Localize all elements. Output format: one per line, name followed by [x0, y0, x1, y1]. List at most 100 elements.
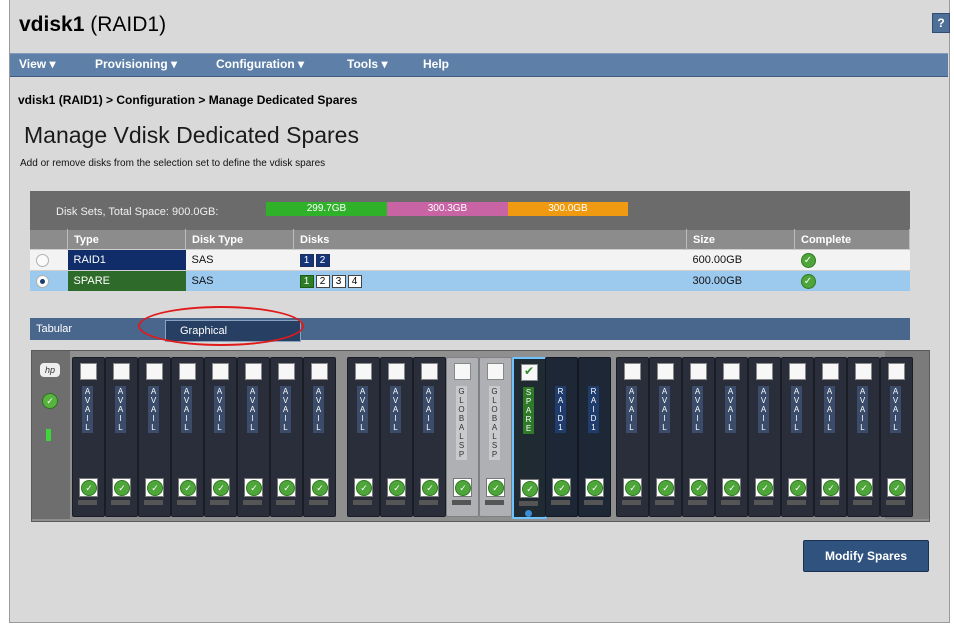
tab-tabular[interactable]: Tabular: [36, 323, 72, 335]
help-icon[interactable]: ?: [932, 13, 950, 33]
disk-slot-global[interactable]: G L O B A L S P ✓: [446, 357, 479, 517]
slot-checkbox[interactable]: [756, 363, 773, 380]
check-icon: ✓: [114, 480, 130, 496]
disk-slot-avail[interactable]: A V A I L ✓: [171, 357, 204, 517]
slot-checkbox[interactable]: [355, 363, 372, 380]
check-icon: ✓: [81, 480, 97, 496]
modify-spares-button[interactable]: Modify Spares: [803, 540, 929, 572]
slot-checkbox[interactable]: [179, 363, 196, 380]
disk-slot-avail[interactable]: A V A I L ✓: [303, 357, 336, 517]
disk-set-segment: 300.3GB: [387, 202, 508, 216]
disk-slot-avail[interactable]: A V A I L ✓: [138, 357, 171, 517]
menu-configuration[interactable]: Configuration ▾: [216, 57, 304, 71]
disk-slot-avail[interactable]: A V A I L ✓: [347, 357, 380, 517]
slot-checkbox[interactable]: [690, 363, 707, 380]
slot-health-box: ✓: [112, 478, 131, 497]
check-icon: ✓: [658, 480, 674, 496]
slot-label: AVAIL: [357, 386, 368, 433]
disk-slot-avail[interactable]: A V A I L ✓: [781, 357, 814, 517]
check-icon: ✓: [856, 480, 872, 496]
disk-slot-avail[interactable]: A V A I L ✓: [616, 357, 649, 517]
slot-label: AVAIL: [247, 386, 258, 433]
disk-slot-avail[interactable]: A V A I L ✓: [413, 357, 446, 517]
slot-label: AVAIL: [313, 386, 324, 433]
activity-led-icon: [525, 510, 532, 517]
slot-checkbox[interactable]: [388, 363, 405, 380]
column-header-size: Size: [686, 229, 795, 250]
slot-checkbox[interactable]: [888, 363, 905, 380]
slot-grip: [787, 500, 806, 505]
disk-slot-raid[interactable]: R A I D 1 ✓: [545, 357, 578, 517]
slot-checkbox[interactable]: [212, 363, 229, 380]
slot-checkbox[interactable]: [657, 363, 674, 380]
slot-grip: [519, 501, 538, 506]
menu-bar: View ▾ Provisioning ▾ Configuration ▾ To…: [10, 53, 948, 77]
disks-cell: 1234: [293, 270, 687, 291]
slot-checkbox[interactable]: [624, 363, 641, 380]
column-header-complete: Complete: [794, 229, 910, 250]
slot-checkbox[interactable]: [421, 363, 438, 380]
slot-health-box: ✓: [788, 478, 807, 497]
menu-provisioning[interactable]: Provisioning ▾: [95, 57, 177, 71]
slot-health-box: ✓: [420, 478, 439, 497]
slot-checkbox-checked[interactable]: [521, 364, 538, 381]
disk-sets-panel: Disk Sets, Total Space: 900.0GB: 299.7GB…: [30, 191, 910, 329]
slot-checkbox[interactable]: [245, 363, 262, 380]
check-icon: ✓: [757, 480, 773, 496]
slot-label: AVAIL: [725, 386, 736, 433]
slot-label: AVAIL: [626, 386, 637, 433]
disk-slot-global[interactable]: G L O B A L S P ✓: [479, 357, 512, 517]
disk-slot-avail[interactable]: A V A I L ✓: [270, 357, 303, 517]
row-radio[interactable]: [36, 253, 49, 267]
menu-tools[interactable]: Tools ▾: [347, 57, 387, 71]
breadcrumb: vdisk1 (RAID1) > Configuration > Manage …: [18, 93, 358, 107]
disk-number: 3: [331, 274, 346, 288]
disk-slot-avail[interactable]: A V A I L ✓: [237, 357, 270, 517]
slot-label: AVAIL: [181, 386, 192, 433]
disk-enclosure: hp ✓ A V A I L ✓ A V A I L ✓ A V A I L ✓ A V A I L ✓ A V A I L ✓ A V A I L…: [31, 350, 930, 522]
row-select-cell[interactable]: [30, 249, 68, 271]
disk-slot-avail[interactable]: A V A I L ✓: [715, 357, 748, 517]
disk-slot-avail[interactable]: A V A I L ✓: [880, 357, 913, 517]
slot-grip: [485, 500, 504, 505]
disk-slot-avail[interactable]: A V A I L ✓: [814, 357, 847, 517]
disk-slot-avail[interactable]: A V A I L ✓: [204, 357, 237, 517]
slot-checkbox[interactable]: [80, 363, 97, 380]
row-select-cell[interactable]: [30, 270, 68, 291]
disk-slot-avail[interactable]: A V A I L ✓: [649, 357, 682, 517]
disk-slot-avail[interactable]: A V A I L ✓: [682, 357, 715, 517]
disk-slot-avail[interactable]: A V A I L ✓: [72, 357, 105, 517]
column-header-disks: Disks: [293, 229, 687, 250]
slot-checkbox[interactable]: [723, 363, 740, 380]
check-icon: ✓: [213, 480, 229, 496]
slot-grip: [754, 500, 773, 505]
menu-help[interactable]: Help: [423, 57, 449, 71]
table-row[interactable]: SPARE SAS 1234 300.00GB ✓: [30, 270, 910, 291]
slot-checkbox[interactable]: [789, 363, 806, 380]
disk-slot-avail[interactable]: A V A I L ✓: [380, 357, 413, 517]
slot-checkbox[interactable]: [278, 363, 295, 380]
slot-checkbox[interactable]: [146, 363, 163, 380]
select-column-header: [30, 229, 68, 250]
row-radio-selected[interactable]: [36, 274, 49, 288]
disk-slot-avail[interactable]: A V A I L ✓: [748, 357, 781, 517]
slot-label: AVAIL: [857, 386, 868, 433]
slot-grip: [386, 500, 405, 505]
disk-slot-avail[interactable]: A V A I L ✓: [105, 357, 138, 517]
disk-slot-spare[interactable]: SPARE ✓: [512, 357, 547, 519]
slot-checkbox[interactable]: [113, 363, 130, 380]
check-icon: ✓: [312, 480, 328, 496]
slot-checkbox[interactable]: [855, 363, 872, 380]
disk-slot-raid[interactable]: R A I D 1 ✓: [578, 357, 611, 517]
slot-checkbox[interactable]: [454, 363, 471, 380]
enclosure-status-icon: ✓: [42, 393, 58, 409]
slot-checkbox[interactable]: [487, 363, 504, 380]
slot-checkbox[interactable]: [822, 363, 839, 380]
menu-view[interactable]: View ▾: [19, 57, 56, 71]
disk-slot-avail[interactable]: A V A I L ✓: [847, 357, 880, 517]
slot-grip: [853, 500, 872, 505]
slot-checkbox[interactable]: [311, 363, 328, 380]
slot-grip: [78, 500, 97, 505]
check-icon: ✓: [800, 252, 816, 268]
table-row[interactable]: RAID1 SAS 12 600.00GB ✓: [30, 249, 910, 271]
